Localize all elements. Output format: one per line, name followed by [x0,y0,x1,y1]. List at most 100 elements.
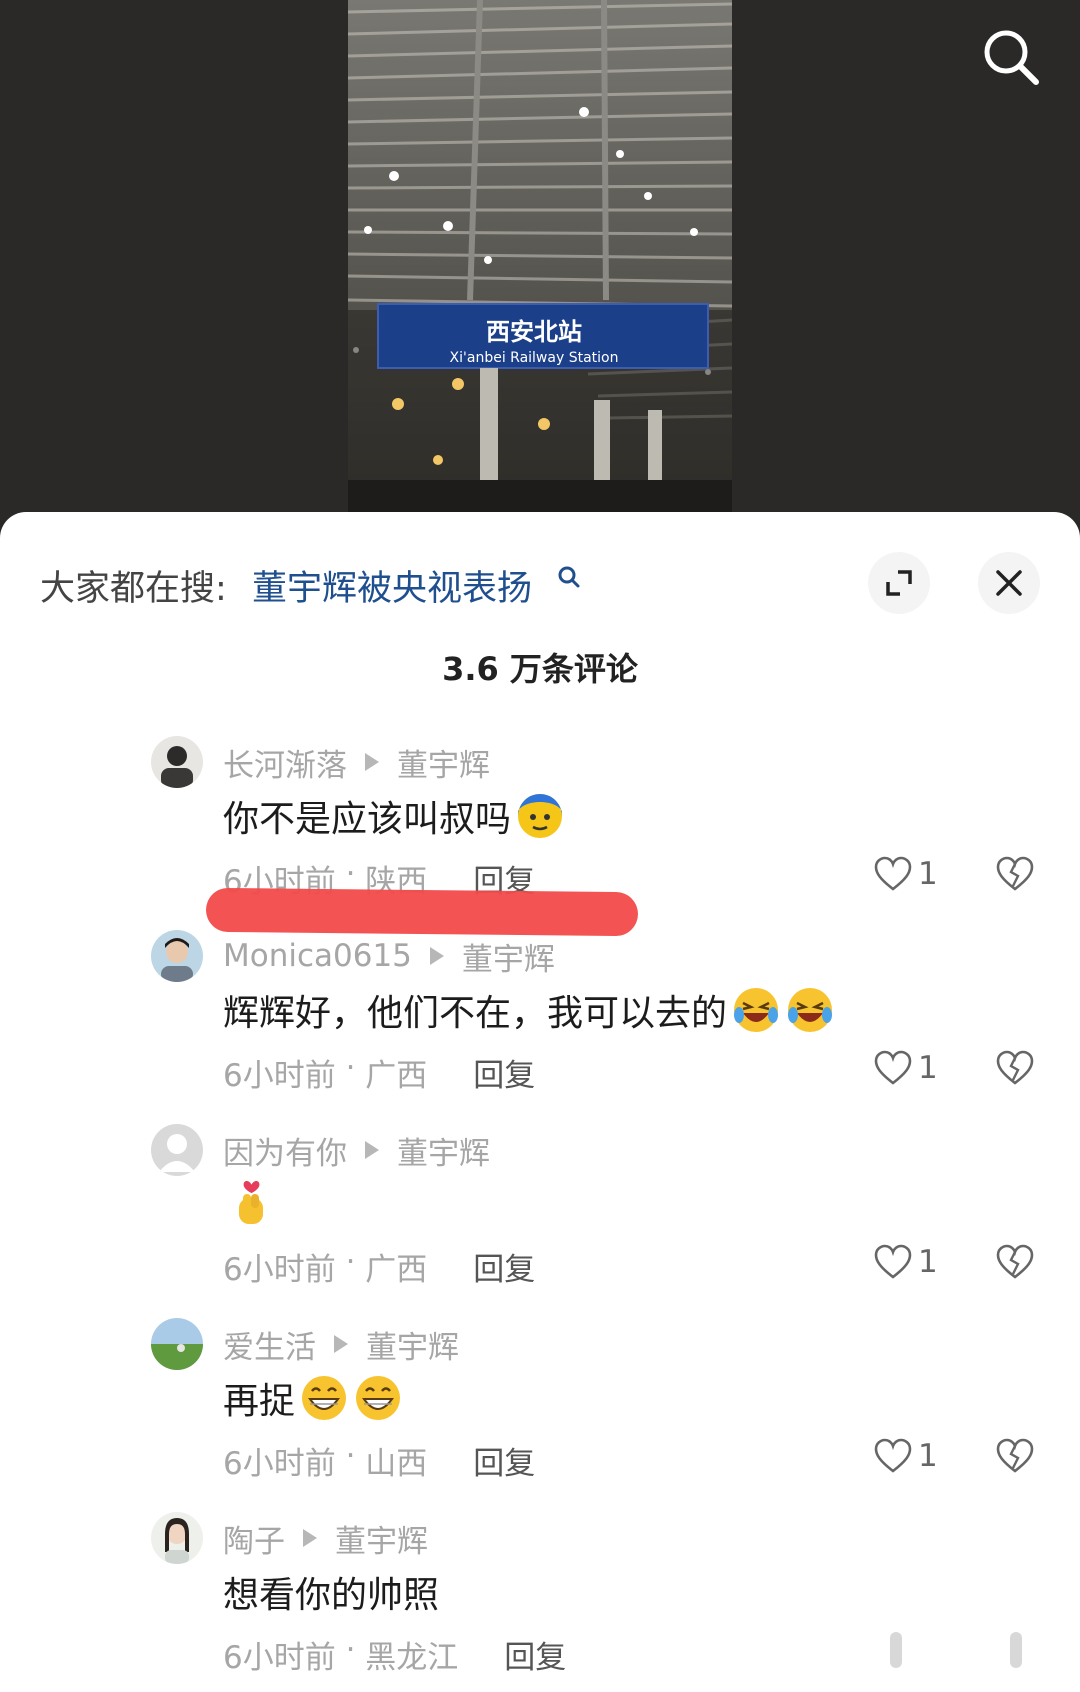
comment-body: 再捉 [223,1381,296,1422]
comment-body: 想看你的帅照 [223,1575,440,1616]
comment-body: 辉辉好，他们不在，我可以去的 [223,993,728,1034]
reply-arrow-icon [365,753,379,771]
reply-button[interactable]: 回复 [504,1632,566,1677]
comment-header: 陶子 董宇辉 [223,1516,428,1561]
username[interactable]: Monica0615 [223,938,412,974]
hot-search-prefix: 大家都在搜: [40,569,227,609]
comment-meta: 6小时前 · 广西 回复 [223,1244,535,1289]
avatar[interactable] [151,1124,203,1176]
comment-item: Monica0615 董宇辉 辉辉好，他们不在，我可以去的 6小时前 · 广西 … [0,930,1080,1110]
comments-sheet: 大家都在搜: 董宇辉被央视表扬 3.6 万条评论 长河渐落 董宇辉 你不是应该叫… [0,512,1080,1692]
redaction-mark [205,887,639,937]
comment-meta: 6小时前 · 广西 回复 [223,1050,535,1095]
username[interactable]: 爱生活 [223,1322,316,1367]
reply-button[interactable]: 回复 [473,1244,535,1289]
avatar[interactable] [151,1512,203,1564]
dislike-button[interactable] [996,856,1034,896]
like-button[interactable]: 1 [874,1244,938,1280]
comment-time: 6小时前 [223,1446,336,1482]
comment-header: 爱生活 董宇辉 [223,1322,459,1367]
reply-button[interactable]: 回复 [473,1438,535,1483]
grinning-emoji [356,1376,401,1420]
avatar[interactable] [151,1318,203,1370]
like-count: 1 [918,1050,938,1086]
meta-separator: · [335,1632,366,1668]
reply-target[interactable]: 董宇辉 [462,934,555,979]
broken-heart-icon [996,856,1034,891]
broken-heart-icon [996,1050,1034,1085]
username[interactable]: 陶子 [223,1516,285,1561]
comment-header: 长河渐落 董宇辉 [223,740,490,785]
reply-arrow-icon [429,947,444,965]
comment-region: 广西 [365,1058,428,1094]
meta-separator: · [335,1244,366,1280]
heart-icon [874,856,912,891]
avatar[interactable] [151,736,203,788]
video-frame[interactable]: 西安北站 Xi'anbei Railway Station [348,0,732,512]
search-button[interactable] [978,24,1044,90]
broken-heart-icon [996,1438,1034,1473]
like-button[interactable]: 1 [874,856,938,892]
comment-item: 爱生活 董宇辉 再捉 6小时前 · 山西 回复 1 [0,1318,1080,1498]
reply-button[interactable]: 回复 [473,1050,535,1095]
reply-arrow-icon [365,1141,379,1159]
like-button[interactable]: 1 [874,1050,938,1086]
comment-time: 6小时前 [223,1252,336,1288]
dislike-button[interactable] [996,1244,1034,1284]
comment-region: 山西 [365,1446,428,1482]
comment-item: 因为有你 董宇辉 6小时前 · 广西 回复 1 [0,1124,1080,1304]
like-count: 1 [918,856,938,892]
comment-region: 广西 [365,1252,428,1288]
comment-item: 长河渐落 董宇辉 你不是应该叫叔吗 6小时前 · 陕西 回复 1 [0,736,1080,916]
comment-meta: 6小时前 · 黑龙江 回复 [223,1632,566,1677]
reply-arrow-icon [334,1335,348,1353]
small-search-icon [558,566,580,588]
username[interactable]: 因为有你 [223,1128,347,1173]
finger-heart-emoji [239,1181,263,1224]
like-button[interactable]: 1 [874,1438,938,1474]
reply-target[interactable]: 董宇辉 [397,1128,490,1173]
station-photo: 西安北站 Xi'anbei Railway Station [348,0,732,512]
hot-search-bar: 大家都在搜: 董宇辉被央视表扬 [40,552,1040,616]
comment-text: 辉辉好，他们不在，我可以去的 [223,984,835,1036]
grinning-emoji [302,1376,347,1420]
hot-search-link[interactable]: 董宇辉被央视表扬 [252,560,532,611]
sign-english: Xi'anbei Railway Station [450,350,619,366]
laughing-crying-emoji [734,988,779,1032]
reply-target[interactable]: 董宇辉 [366,1322,459,1367]
comment-meta: 6小时前 · 山西 回复 [223,1438,535,1483]
dislike-button[interactable] [996,1050,1034,1090]
heart-icon [874,1438,912,1473]
close-button[interactable] [978,552,1040,614]
comment-header: 因为有你 董宇辉 [223,1128,490,1173]
laughing-crying-emoji [788,988,833,1032]
comment-count: 3.6 万条评论 [442,650,638,688]
comment-region: 黑龙江 [365,1640,459,1676]
dislike-button[interactable] [996,1438,1034,1478]
avatar[interactable] [151,930,203,982]
comment-time: 6小时前 [223,1640,336,1676]
comment-body: 你不是应该叫叔吗 [223,799,512,840]
comment-header: Monica0615 董宇辉 [223,934,555,979]
blue-face-emoji [518,794,563,838]
meta-separator: · [335,1050,366,1086]
heart-icon [874,1244,912,1279]
comment-item: 陶子 董宇辉 想看你的帅照 6小时前 · 黑龙江 回复 [0,1512,1080,1692]
reply-arrow-icon [303,1529,317,1547]
expand-button[interactable] [868,552,930,614]
meta-separator: · [335,1438,366,1474]
username[interactable]: 长河渐落 [223,740,347,785]
like-count: 1 [918,1438,938,1474]
reply-target[interactable]: 董宇辉 [335,1516,428,1561]
scroll-indicator [1010,1632,1022,1668]
search-icon [984,30,1039,85]
scroll-indicator [890,1632,902,1668]
reply-target[interactable]: 董宇辉 [397,740,490,785]
comment-time: 6小时前 [223,1058,336,1094]
like-count: 1 [918,1244,938,1280]
comment-text: 再捉 [223,1372,403,1424]
close-icon [996,570,1022,596]
video-area[interactable]: 西安北站 Xi'anbei Railway Station [0,0,1080,520]
sign-chinese: 西安北站 [486,318,582,346]
comment-text: 想看你的帅照 [223,1566,439,1618]
